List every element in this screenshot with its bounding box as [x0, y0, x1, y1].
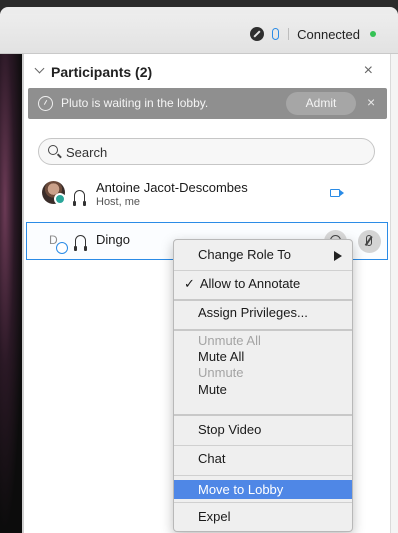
- menu-item-mute-all[interactable]: Mute All: [174, 349, 352, 365]
- menu-item-mute[interactable]: Mute: [174, 381, 352, 399]
- menu-divider: [174, 414, 352, 416]
- participant-context-menu: Change Role To ✓ Allow to Annotate Assig…: [173, 239, 353, 532]
- menu-divider: [174, 299, 352, 301]
- menu-item-assign-privileges[interactable]: Assign Privileges...: [174, 302, 352, 324]
- connected-indicator-icon: [370, 31, 376, 37]
- submenu-arrow-icon: [334, 251, 342, 261]
- menu-item-stop-video[interactable]: Stop Video: [174, 419, 352, 441]
- status-divider: [288, 28, 290, 40]
- title-bar: Connected: [0, 14, 398, 54]
- security-icon[interactable]: [250, 27, 265, 41]
- video-camera-icon[interactable]: [330, 189, 344, 197]
- menu-item-expel[interactable]: Expel: [174, 506, 352, 528]
- search-box[interactable]: [38, 138, 375, 165]
- search-input[interactable]: [66, 143, 356, 161]
- menu-item-label: Allow to Annotate: [199, 276, 301, 291]
- participant-name: Dingo: [96, 232, 130, 247]
- search-icon: [48, 145, 58, 155]
- admit-button[interactable]: Admit: [286, 92, 356, 115]
- participant-name: Antoine Jacot-Descombes: [96, 180, 248, 195]
- menu-divider: [174, 502, 352, 503]
- menu-item-label: Change Role To: [198, 247, 291, 262]
- dismiss-lobby-button[interactable]: ×: [367, 94, 375, 110]
- status-badge: [54, 193, 66, 205]
- headset-icon: [74, 235, 87, 251]
- clock-icon: [38, 96, 53, 111]
- menu-item-unmute-all: Unmute All: [198, 333, 261, 348]
- panel-header: Participants (2) ×: [25, 54, 390, 88]
- video-area-edge: [0, 54, 24, 533]
- menu-divider: [174, 445, 352, 446]
- participant-role: Host, me: [96, 196, 141, 208]
- close-panel-button[interactable]: ×: [364, 62, 373, 80]
- connection-status: Connected: [250, 25, 376, 43]
- avatar: [42, 181, 66, 205]
- menu-item-move-to-lobby[interactable]: Move to Lobby: [174, 480, 352, 499]
- menu-item-change-role[interactable]: Change Role To: [174, 244, 352, 266]
- menu-divider: [174, 329, 352, 331]
- status-badge: [56, 242, 68, 254]
- menu-item-chat[interactable]: Chat: [174, 448, 352, 470]
- lobby-message: Pluto is waiting in the lobby.: [61, 96, 209, 110]
- collapse-chevron-icon[interactable]: [34, 63, 45, 74]
- menu-divider: [174, 475, 352, 476]
- lobby-banner: Pluto is waiting in the lobby. Admit ×: [28, 88, 387, 119]
- menu-item-allow-annotate[interactable]: ✓ Allow to Annotate: [174, 273, 352, 295]
- avatar: D: [43, 230, 68, 254]
- microphone-icon[interactable]: [272, 28, 280, 40]
- menu-item-unmute: Unmute: [198, 365, 244, 380]
- window-right-edge: [390, 54, 398, 533]
- participant-row-host[interactable]: Antoine Jacot-Descombes Host, me: [25, 176, 390, 216]
- muted-microphone-icon: [366, 235, 372, 246]
- mute-toggle-button[interactable]: [358, 230, 381, 253]
- headset-icon: [73, 190, 86, 206]
- menu-divider: [174, 270, 352, 271]
- panel-title: Participants (2): [51, 64, 153, 80]
- connection-label: Connected: [297, 26, 360, 42]
- window-top-edge: [0, 0, 398, 17]
- checkmark-icon: ✓: [184, 276, 195, 291]
